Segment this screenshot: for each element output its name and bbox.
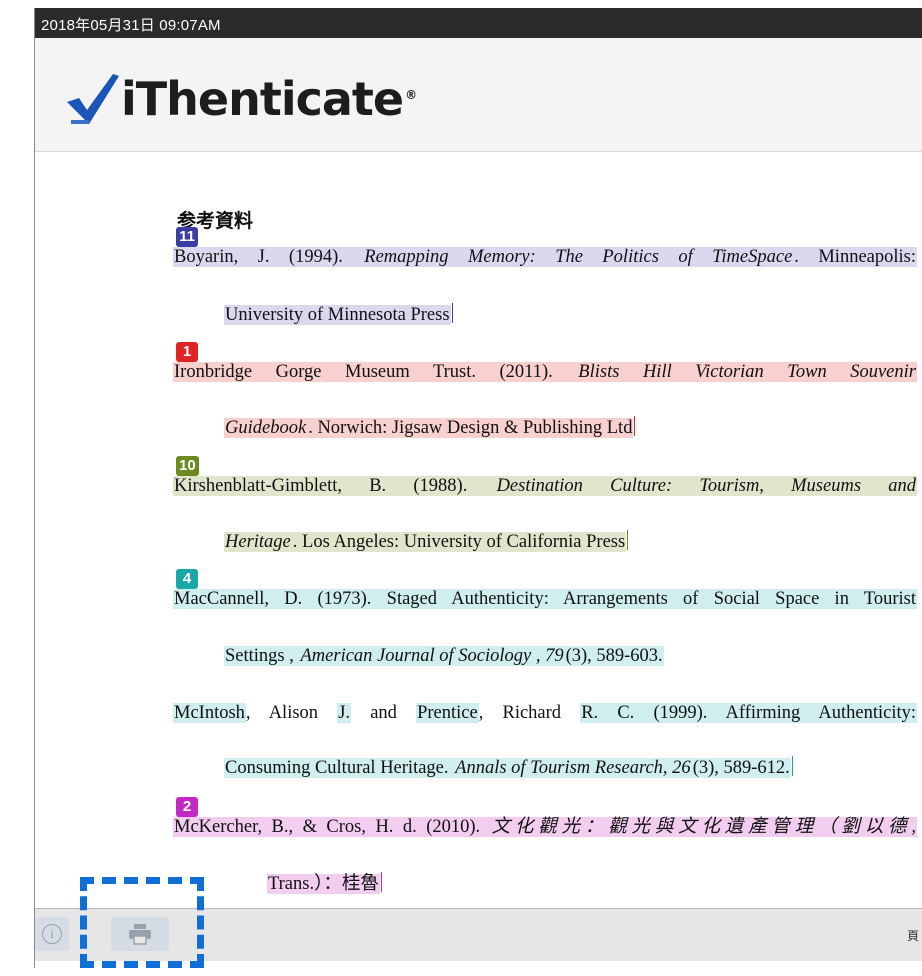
reference-text: . Minneapolis: bbox=[793, 247, 917, 267]
reference-line: Heritage. Los Angeles: University of Cal… bbox=[224, 529, 629, 555]
reference-text: Kirshenblatt-Gimblett, B. (1988). bbox=[173, 476, 496, 496]
reference-text: . Norwich: Jigsaw Design & Publishing Lt… bbox=[307, 418, 634, 438]
brand-name: iThenticate ® bbox=[121, 72, 417, 126]
reference-line: Kirshenblatt-Gimblett, B. (1988). Destin… bbox=[173, 473, 917, 499]
reference-text: (3), 589-603. bbox=[564, 646, 664, 666]
reference-text: (3), 589-612. bbox=[691, 758, 791, 778]
reference-text: J. bbox=[337, 703, 352, 723]
reference-text: Blists Hill Victorian Town Souvenir bbox=[577, 362, 917, 382]
reference-text: , Alison bbox=[245, 703, 338, 723]
reference-text: Settings , bbox=[224, 646, 300, 666]
reference-text: McIntosh bbox=[173, 703, 246, 723]
match-source-badge[interactable]: 11 bbox=[176, 227, 198, 247]
reference-line: MacCannell, D. (1973). Staged Authentici… bbox=[173, 586, 917, 612]
reference-text: and bbox=[351, 703, 417, 723]
match-source-badge[interactable]: 10 bbox=[176, 456, 199, 476]
reference-line: Boyarin, J. (1994). Remapping Memory: Th… bbox=[173, 244, 917, 270]
reference-text: Destination Culture: Tourism, Museums an… bbox=[495, 476, 917, 496]
reference-text: Boyarin, J. (1994). bbox=[173, 247, 364, 267]
report-viewer: 2018年05月31日 09:07AM iThenticate ® 参考資料 Bo… bbox=[34, 8, 922, 968]
reference-text: Ironbridge Gorge Museum Trust. (2011). bbox=[173, 362, 578, 382]
reference-text: . Los Angeles: University of California … bbox=[291, 532, 627, 552]
checkmark-icon bbox=[67, 74, 119, 124]
page-label: 頁 bbox=[906, 929, 919, 943]
match-end-marker bbox=[634, 416, 636, 436]
logo-band: iThenticate ® bbox=[35, 38, 922, 152]
match-source-badge[interactable]: 4 bbox=[176, 569, 198, 589]
reference-text: Annals of Tourism Research, 26 bbox=[454, 758, 692, 778]
reference-text: Guidebook bbox=[224, 418, 308, 438]
reference-text: Consuming Cultural Heritage. bbox=[224, 758, 455, 778]
reference-text: Heritage bbox=[224, 532, 292, 552]
reference-line: Settings , American Journal of Sociology… bbox=[224, 643, 664, 669]
document-view[interactable]: 参考資料 Boyarin, J. (1994). Remapping Memor… bbox=[35, 152, 922, 905]
match-source-badge[interactable]: 2 bbox=[176, 797, 198, 817]
reference-text: Prentice bbox=[416, 703, 479, 723]
reference-text: R. C. (1999). Affirming Authenticity: bbox=[580, 703, 918, 723]
match-end-marker bbox=[451, 303, 453, 323]
reference-line: Consuming Cultural Heritage. Annals of T… bbox=[224, 755, 793, 781]
match-end-marker bbox=[627, 530, 629, 550]
reference-text: University of Minnesota Press bbox=[224, 305, 451, 325]
reference-text: American Journal of Sociology , 79 bbox=[299, 646, 565, 666]
info-icon: i bbox=[42, 924, 62, 944]
reference-line: McKercher, B., & Cros, H. d. (2010). 文化觀… bbox=[173, 814, 917, 840]
reference-text: Remapping Memory: The Politics of TimeSp… bbox=[363, 247, 794, 267]
reference-text: MacCannell, D. (1973). Staged Authentici… bbox=[173, 589, 917, 609]
reference-text: Trans.）：桂魯 bbox=[267, 874, 380, 894]
reference-text: , Richard bbox=[478, 703, 581, 723]
reference-line: Guidebook. Norwich: Jigsaw Design & Publ… bbox=[224, 415, 636, 441]
match-end-marker bbox=[791, 756, 793, 776]
reference-text: McKercher, B., & Cros, H. d. (2010). bbox=[173, 817, 491, 837]
reference-line: University of Minnesota Press bbox=[224, 302, 453, 328]
reference-text: 文化觀光：觀光與文化遺產管理（劉以德, bbox=[490, 817, 917, 837]
reference-line: Trans.）：桂魯 bbox=[267, 871, 382, 897]
print-button-highlight bbox=[80, 877, 204, 968]
top-bar: 2018年05月31日 09:07AM bbox=[35, 8, 922, 38]
match-end-marker bbox=[380, 872, 382, 892]
reference-line: Ironbridge Gorge Museum Trust. (2011). B… bbox=[173, 359, 917, 385]
reference-line: McIntosh, Alison J. and Prentice, Richar… bbox=[173, 700, 918, 726]
timestamp: 2018年05月31日 09:07AM bbox=[41, 17, 221, 34]
match-source-badge[interactable]: 1 bbox=[176, 342, 198, 362]
info-button[interactable]: i bbox=[35, 917, 69, 951]
